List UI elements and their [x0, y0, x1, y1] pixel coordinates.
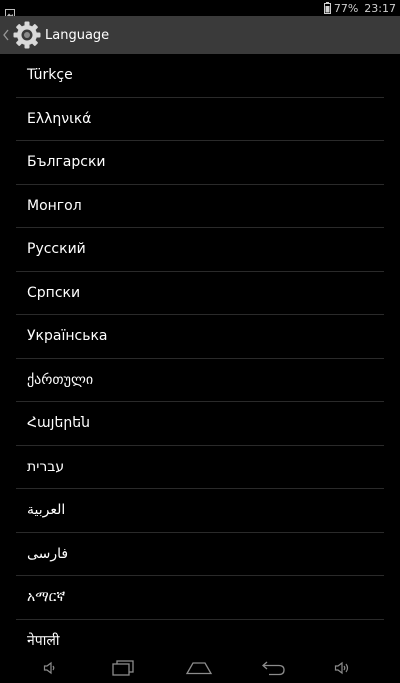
list-item[interactable]: עברית: [16, 446, 384, 489]
navigation-bar: [0, 653, 400, 683]
back-icon[interactable]: [258, 653, 288, 683]
list-item[interactable]: አማርኛ: [16, 576, 384, 620]
page-title: Language: [45, 27, 110, 43]
battery-icon: [323, 2, 331, 14]
clock: 23:17: [364, 1, 396, 15]
volume-up-icon[interactable]: [330, 653, 354, 683]
list-item[interactable]: العربية: [16, 489, 384, 533]
recent-apps-icon[interactable]: [108, 653, 138, 683]
list-item[interactable]: فارسی: [16, 533, 384, 576]
list-item[interactable]: Русский: [16, 228, 384, 272]
list-item[interactable]: Türkçe: [16, 54, 384, 98]
list-item[interactable]: Монгол: [16, 185, 384, 228]
home-icon[interactable]: [182, 653, 216, 683]
language-list: Türkçe Ελληνικά Български Монгол Русский…: [16, 54, 384, 651]
volume-down-icon[interactable]: [38, 653, 62, 683]
status-right: 77% 23:17: [323, 1, 396, 15]
chevron-left-icon[interactable]: [1, 29, 11, 41]
list-item[interactable]: Ελληνικά: [16, 98, 384, 141]
list-item[interactable]: Հայերեն: [16, 402, 384, 446]
status-bar: 77% 23:17: [0, 0, 400, 18]
battery-percent: 77%: [333, 1, 359, 15]
list-item[interactable]: ქართული: [16, 359, 384, 402]
settings-gear-icon[interactable]: [11, 19, 43, 51]
list-item[interactable]: Українська: [16, 315, 384, 359]
action-bar: Language: [0, 16, 400, 54]
list-item[interactable]: Български: [16, 141, 384, 185]
list-item[interactable]: Српски: [16, 272, 384, 315]
list-item[interactable]: नेपाली: [16, 620, 384, 652]
